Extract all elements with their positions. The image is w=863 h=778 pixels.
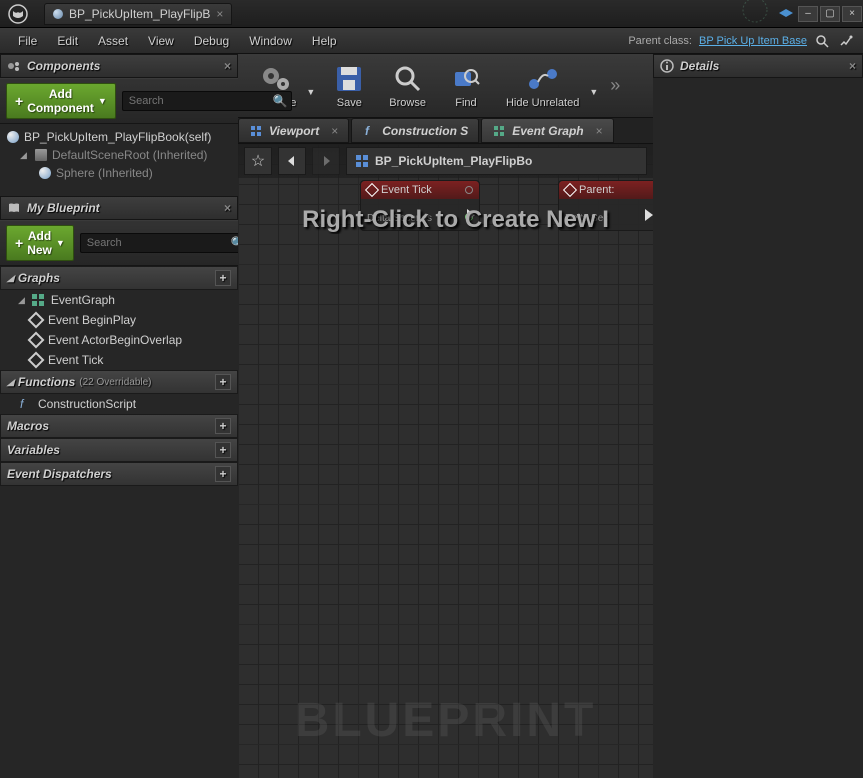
components-tree: BP_PickUpItem_PlayFlipBook(self) ◢ Defau… [0,124,238,186]
function-icon: f [18,397,32,411]
titlebar: BP_PickUpItem_PlayFlipB × – ▢ × [0,0,863,28]
graph-overlay-hint: Right-Click to Create New I [258,206,653,234]
graph-canvas[interactable]: Drag off pins to build functionality. ☆ … [238,144,653,778]
components-panel-header[interactable]: Components × [0,54,238,78]
event-icon [28,332,45,349]
components-icon [7,59,21,73]
event-icon [365,183,379,197]
viewport-icon [249,124,263,138]
add-new-button[interactable]: +Add New▼ [6,225,74,261]
blueprint-icon [53,9,63,19]
menu-window[interactable]: Window [239,30,302,52]
decorative-circle-icon [735,0,775,28]
event-actorbeginoverlap-row[interactable]: Event ActorBeginOverlap [0,330,238,350]
hide-dropdown[interactable]: ▼ [589,87,602,113]
hide-unrelated-button[interactable]: Hide Unrelated [496,59,589,113]
add-dispatcher-button[interactable]: + [215,466,231,482]
unreal-logo-icon [6,2,30,26]
construction-script-row[interactable]: f ConstructionScript [0,394,238,414]
blueprint-search-input[interactable] [80,233,250,253]
tab-construction[interactable]: f Construction S [351,118,479,143]
add-variable-button[interactable]: + [215,442,231,458]
browse-button[interactable]: Browse [379,59,436,113]
component-sphere-row[interactable]: Sphere (Inherited) [2,164,236,182]
save-button[interactable]: Save [321,59,377,113]
svg-text:f: f [20,397,25,411]
close-icon[interactable]: × [224,59,231,73]
component-self-row[interactable]: BP_PickUpItem_PlayFlipBook(self) [2,128,236,146]
parent-class-label: Parent class: BP Pick Up Item Base [628,35,807,47]
tab-label: BP_PickUpItem_PlayFlipB [69,7,210,21]
info-icon [660,59,674,73]
event-icon [28,352,45,369]
book-icon [7,201,21,215]
add-graph-button[interactable]: + [215,270,231,286]
details-panel-header[interactable]: Details × [653,54,863,78]
browse-icon [390,63,426,95]
tab-event-graph[interactable]: Event Graph × [481,118,613,143]
macros-category[interactable]: Macros + [0,414,238,438]
find-icon [448,63,484,95]
close-icon[interactable]: × [596,124,603,138]
menu-debug[interactable]: Debug [184,30,239,52]
floppy-icon [331,63,367,95]
add-macro-button[interactable]: + [215,418,231,434]
function-icon: f [362,124,376,138]
menu-asset[interactable]: Asset [88,30,138,52]
expand-arrow-icon[interactable]: ◢ [20,150,30,161]
add-function-button[interactable]: + [215,374,231,390]
center-tabs: Viewport × f Construction S Event Graph … [238,118,653,144]
close-icon[interactable]: × [849,59,856,73]
favorite-button[interactable]: ☆ [244,147,272,175]
search-icon: 🔍 [273,94,288,108]
toolbar: Compile ▼ Save Browse Find Hide Unrelate… [238,54,653,118]
event-beginplay-row[interactable]: Event BeginPlay [0,310,238,330]
dispatchers-category[interactable]: Event Dispatchers + [0,462,238,486]
close-button[interactable]: × [842,6,862,22]
components-search-input[interactable] [122,91,292,111]
graduation-cap-icon[interactable] [776,6,796,22]
blueprint-watermark: BLUEPRINT [238,693,653,748]
menubar: File Edit Asset View Debug Window Help P… [0,28,863,54]
parent-class-link[interactable]: BP Pick Up Item Base [699,35,807,47]
breadcrumb[interactable]: BP_PickUpItem_PlayFlipBo [346,147,647,175]
graphs-category[interactable]: ◢Graphs + [0,266,238,290]
search-icon[interactable] [813,32,831,50]
minimize-button[interactable]: – [798,6,818,22]
gears-icon [258,63,294,95]
event-icon [563,183,577,197]
document-tab[interactable]: BP_PickUpItem_PlayFlipB × [44,3,232,25]
add-component-button[interactable]: +Add Component▼ [6,83,116,119]
graph-icon [31,293,45,307]
svg-text:f: f [365,125,370,137]
scene-icon [35,149,47,161]
maximize-button[interactable]: ▢ [820,6,840,22]
component-scene-root-row[interactable]: ◢ DefaultSceneRoot (Inherited) [2,146,236,164]
menu-help[interactable]: Help [302,30,347,52]
find-button[interactable]: Find [438,59,494,113]
menu-file[interactable]: File [8,30,47,52]
toolbar-overflow-icon[interactable]: » [610,75,620,96]
event-graph-row[interactable]: ◢ EventGraph [0,290,238,310]
menu-view[interactable]: View [138,30,184,52]
close-icon[interactable]: × [331,124,338,138]
variables-category[interactable]: Variables + [0,438,238,462]
settings-icon[interactable] [837,32,855,50]
close-icon[interactable]: × [224,201,231,215]
tab-viewport[interactable]: Viewport × [238,118,349,143]
menu-edit[interactable]: Edit [47,30,88,52]
nav-forward-button[interactable] [312,147,340,175]
nav-back-button[interactable] [278,147,306,175]
event-icon [28,312,45,329]
graph-icon [492,124,506,138]
graph-icon [355,154,369,168]
functions-category[interactable]: ◢Functions (22 Overridable) + [0,370,238,394]
blueprint-icon [7,131,19,143]
close-icon[interactable]: × [216,7,223,21]
my-blueprint-panel-header[interactable]: My Blueprint × [0,196,238,220]
hide-icon [525,63,561,95]
sphere-icon [39,167,51,179]
event-tick-row[interactable]: Event Tick [0,350,238,370]
compile-dropdown[interactable]: ▼ [306,87,319,113]
